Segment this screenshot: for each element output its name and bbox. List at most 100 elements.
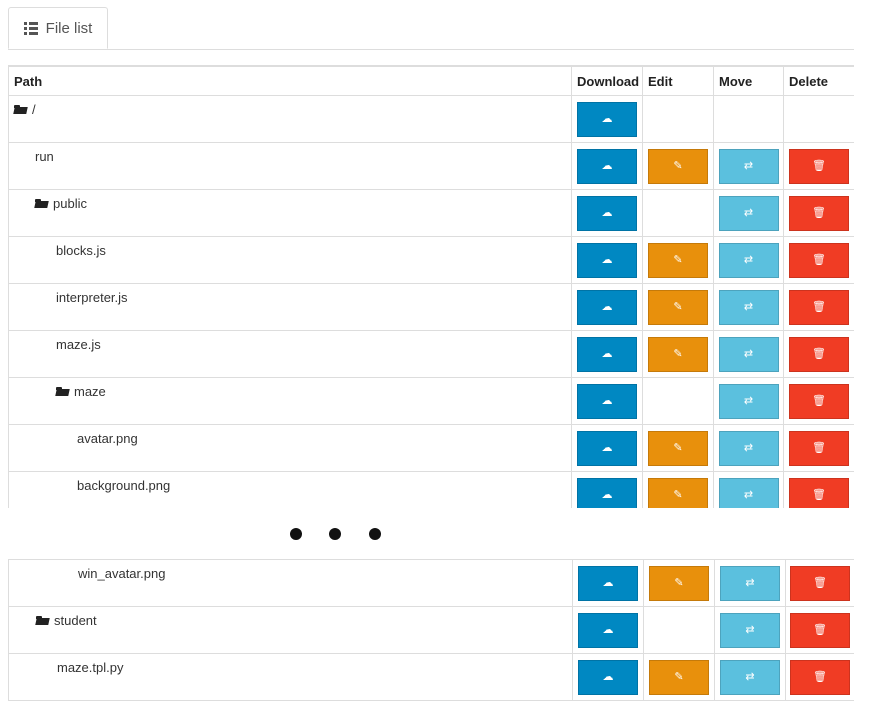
file-entry[interactable]: win_avatar.png (78, 566, 165, 581)
download-button[interactable]: ☁ (577, 477, 637, 508)
move-button[interactable]: ⇄ (718, 430, 779, 466)
entry-name: student (54, 613, 97, 628)
move-button[interactable]: ⇄ (718, 148, 779, 184)
file-entry[interactable]: avatar.png (77, 431, 138, 446)
edit-cell: ✎ (643, 559, 715, 607)
download-cell: ☁ (572, 559, 644, 607)
edit-button[interactable]: ✎ (648, 242, 708, 278)
path-cell: avatar.png (8, 424, 572, 472)
move-cell: ⇄ (713, 471, 784, 508)
move-cell: ⇄ (714, 559, 786, 607)
exchange-icon: ⇄ (743, 441, 754, 454)
download-button[interactable]: ☁ (577, 289, 637, 325)
file-entry[interactable]: interpreter.js (56, 290, 128, 305)
folder-entry[interactable]: / (14, 102, 36, 117)
folder-entry[interactable]: student (36, 613, 97, 628)
trash-icon: 🗑 (812, 488, 826, 501)
edit-button[interactable]: ✎ (649, 565, 709, 601)
move-button[interactable]: ⇄ (718, 289, 779, 325)
tab-file-list[interactable]: File list (8, 7, 108, 49)
edit-cell: ✎ (642, 471, 714, 508)
header-download: Download (571, 66, 643, 96)
edit-button[interactable]: ✎ (649, 659, 709, 695)
trash-icon: 🗑 (812, 441, 826, 454)
delete-button[interactable]: 🗑 (789, 430, 849, 466)
delete-cell: 🗑 (783, 283, 854, 331)
download-button[interactable]: ☁ (578, 565, 638, 601)
download-button[interactable]: ☁ (577, 383, 637, 419)
download-button[interactable]: ☁ (577, 242, 637, 278)
entry-name: avatar.png (77, 431, 138, 446)
file-table-top: Path Download Edit Move Delete / ☁ run ☁ ✎ ⇄ 🗑… (8, 65, 854, 508)
edit-button[interactable]: ✎ (648, 477, 708, 508)
file-entry[interactable]: background.png (77, 478, 170, 493)
download-button[interactable]: ☁ (577, 336, 637, 372)
entry-name: blocks.js (56, 243, 106, 258)
download-button[interactable]: ☁ (577, 148, 637, 184)
delete-button[interactable]: 🗑 (789, 383, 849, 419)
table-row: student ☁ ⇄ 🗑 (8, 606, 854, 654)
file-entry[interactable]: run (35, 149, 54, 164)
delete-button[interactable]: 🗑 (790, 659, 850, 695)
download-cell: ☁ (571, 283, 643, 331)
folder-entry[interactable]: maze (56, 384, 106, 399)
download-cell: ☁ (571, 424, 643, 472)
move-button[interactable]: ⇄ (718, 242, 779, 278)
cloud-download-icon: ☁ (601, 159, 613, 172)
path-cell: interpreter.js (8, 283, 572, 331)
move-button[interactable]: ⇄ (718, 383, 779, 419)
download-cell: ☁ (571, 189, 643, 237)
download-button[interactable]: ☁ (578, 612, 638, 648)
table-row: win_avatar.png ☁ ✎ ⇄ 🗑 (8, 559, 854, 607)
download-button[interactable]: ☁ (577, 195, 637, 231)
move-button[interactable]: ⇄ (718, 336, 779, 372)
delete-cell: 🗑 (785, 559, 854, 607)
edit-button[interactable]: ✎ (648, 148, 708, 184)
delete-cell: 🗑 (785, 653, 854, 701)
entry-name: / (32, 102, 36, 117)
cloud-download-icon: ☁ (601, 488, 613, 501)
delete-cell: 🗑 (783, 471, 854, 508)
exchange-icon: ⇄ (743, 159, 754, 172)
delete-button[interactable]: 🗑 (789, 242, 849, 278)
trash-icon: 🗑 (812, 347, 826, 360)
exchange-icon: ⇄ (745, 576, 755, 589)
edit-cell (642, 95, 714, 143)
move-button[interactable]: ⇄ (720, 612, 780, 648)
move-button[interactable]: ⇄ (718, 477, 779, 508)
folder-entry[interactable]: public (35, 196, 87, 211)
entry-name: maze (74, 384, 106, 399)
download-cell: ☁ (571, 95, 643, 143)
delete-button[interactable]: 🗑 (789, 336, 849, 372)
trash-icon: 🗑 (812, 253, 826, 266)
cloud-download-icon: ☁ (601, 441, 613, 454)
download-button[interactable]: ☁ (577, 101, 637, 137)
download-button[interactable]: ☁ (578, 659, 638, 695)
delete-button[interactable]: 🗑 (789, 195, 849, 231)
file-entry[interactable]: blocks.js (56, 243, 106, 258)
delete-button[interactable]: 🗑 (790, 565, 850, 601)
move-cell: ⇄ (713, 142, 784, 190)
edit-button[interactable]: ✎ (648, 430, 708, 466)
trash-icon: 🗑 (813, 623, 827, 636)
file-entry[interactable]: maze.tpl.py (57, 660, 123, 675)
download-cell: ☁ (571, 377, 643, 425)
delete-button[interactable]: 🗑 (790, 612, 850, 648)
download-button[interactable]: ☁ (577, 430, 637, 466)
path-cell: student (8, 606, 573, 654)
path-cell: win_avatar.png (8, 559, 573, 607)
move-button[interactable]: ⇄ (720, 565, 780, 601)
move-cell: ⇄ (714, 653, 786, 701)
header-path: Path (8, 66, 572, 96)
edit-button[interactable]: ✎ (648, 289, 708, 325)
edit-cell: ✎ (643, 653, 715, 701)
move-button[interactable]: ⇄ (718, 195, 779, 231)
delete-button[interactable]: 🗑 (789, 477, 849, 508)
file-entry[interactable]: maze.js (56, 337, 101, 352)
edit-button[interactable]: ✎ (648, 336, 708, 372)
move-button[interactable]: ⇄ (720, 659, 780, 695)
path-cell: background.png (8, 471, 572, 508)
delete-button[interactable]: 🗑 (789, 289, 849, 325)
table-row: public ☁ ⇄ 🗑 (8, 189, 854, 237)
delete-button[interactable]: 🗑 (789, 148, 849, 184)
